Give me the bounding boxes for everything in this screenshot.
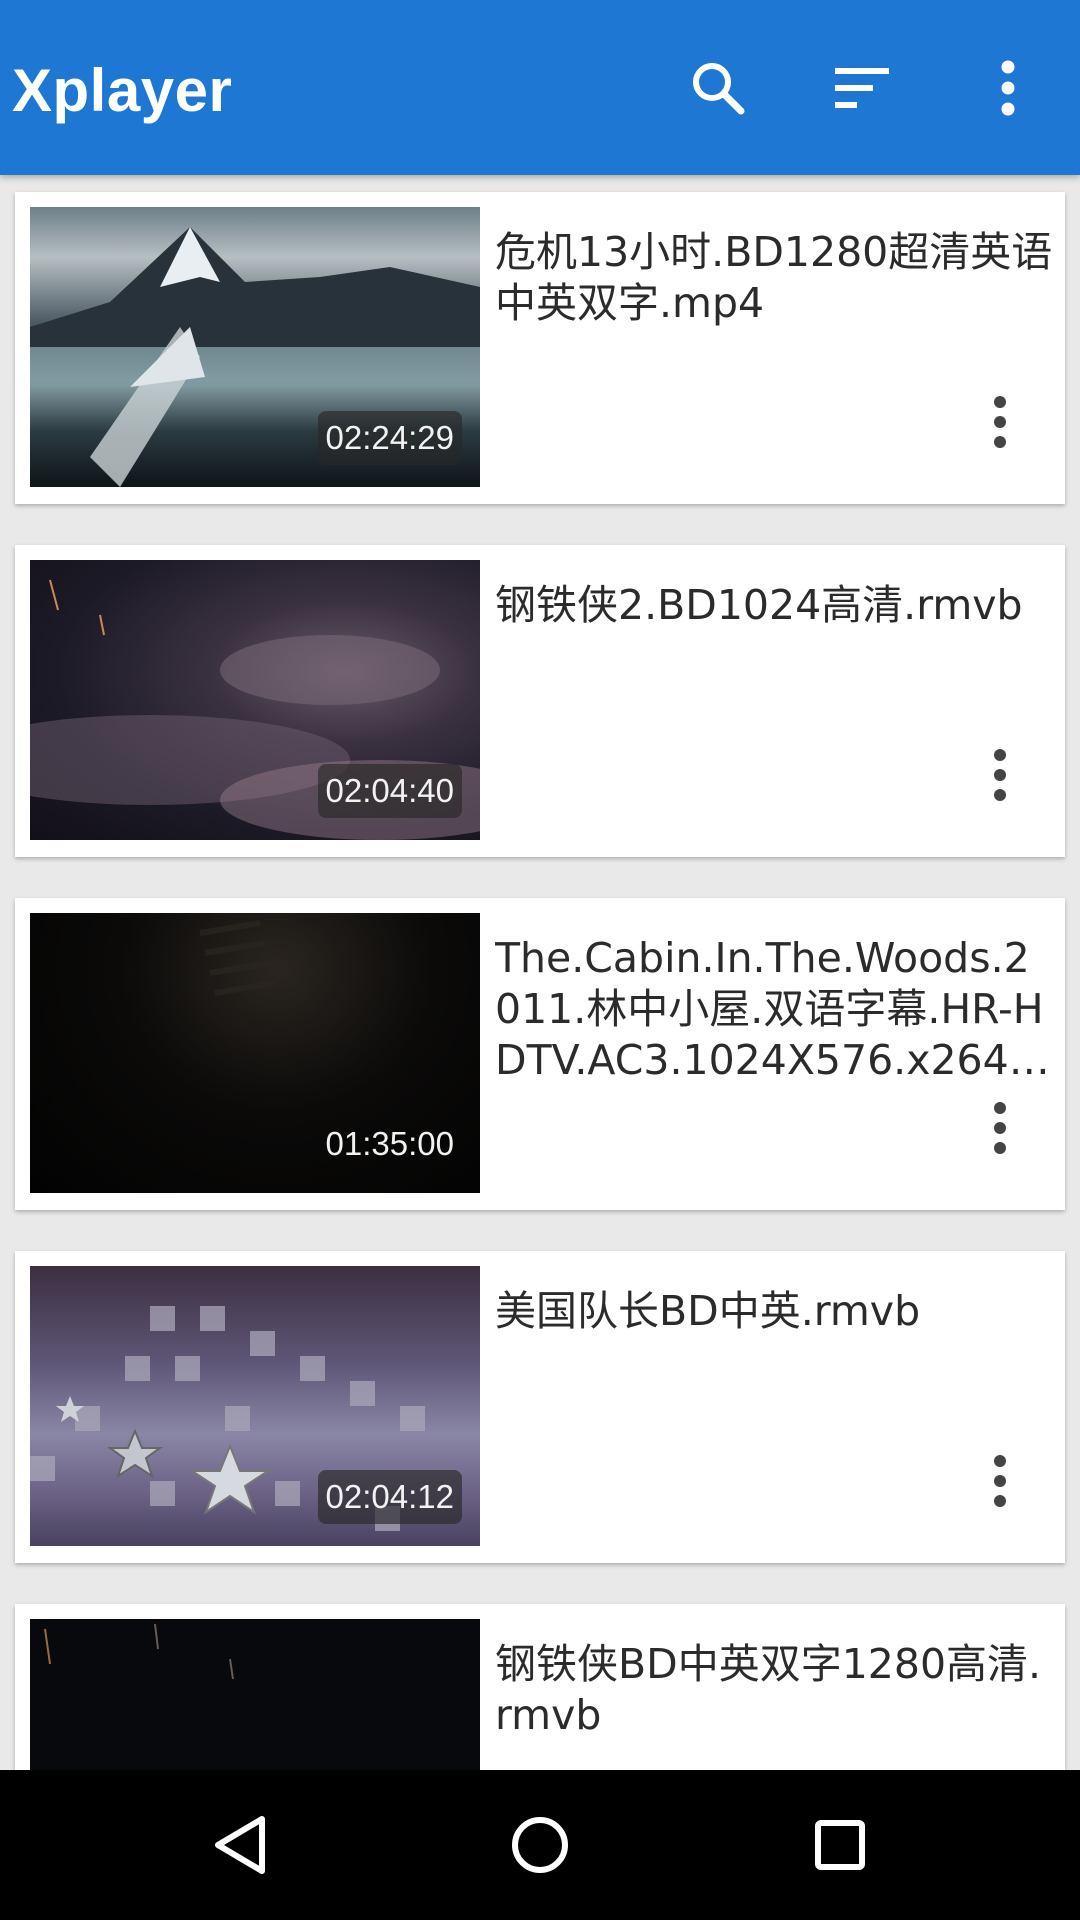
- recents-icon: [815, 1820, 865, 1870]
- video-list-item[interactable]: 02:04:40 钢铁侠2.BD1024高清.rmvb: [15, 545, 1065, 857]
- overflow-menu-button[interactable]: [968, 48, 1048, 128]
- video-title: 美国队长BD中英.rmvb: [495, 1287, 921, 1335]
- video-duration: 02:24:29: [317, 411, 462, 465]
- overflow-menu-icon: [1001, 60, 1015, 116]
- sort-icon: [835, 68, 889, 108]
- video-thumbnail[interactable]: 02:04:12: [30, 1266, 480, 1546]
- video-thumbnail[interactable]: 02:24:29: [30, 207, 480, 487]
- video-title: 钢铁侠2.BD1024高清.rmvb: [495, 581, 1023, 629]
- search-button[interactable]: [678, 48, 758, 128]
- recents-button[interactable]: [790, 1795, 890, 1895]
- video-list-item[interactable]: 钢铁侠BD中英双字1280高清.rmvb: [15, 1604, 1065, 1770]
- back-button[interactable]: [190, 1795, 290, 1895]
- home-icon: [512, 1817, 568, 1873]
- search-icon: [693, 63, 745, 115]
- video-list-item[interactable]: 02:24:29 危机13小时.BD1280超清英语中英双字.mp4: [15, 192, 1065, 504]
- video-list-item[interactable]: 02:04:12 美国队长BD中英.rmvb: [15, 1251, 1065, 1563]
- video-list: 02:24:29 危机13小时.BD1280超清英语中英双字.mp4 02:04…: [0, 175, 1080, 1770]
- video-title: 危机13小时.BD1280超清英语中英双字.mp4: [495, 228, 1053, 327]
- more-vert-icon: [994, 749, 1006, 801]
- item-overflow-menu-button[interactable]: [975, 745, 1025, 805]
- video-duration: 02:04:12: [317, 1470, 462, 1524]
- video-list-item[interactable]: 01:35:00 The.Cabin.In.The.Woods.2011.林中小…: [15, 898, 1065, 1210]
- dark-space-thumbnail-art: [44, 1623, 234, 1680]
- video-title: The.Cabin.In.The.Woods.2011.林中小屋.双语字幕.HR…: [495, 934, 1044, 1084]
- app-title: Xplayer: [12, 57, 233, 124]
- more-vert-icon: [994, 1455, 1006, 1507]
- item-overflow-menu-button[interactable]: [975, 392, 1025, 452]
- home-button[interactable]: [490, 1795, 590, 1895]
- system-navigation-bar: [0, 1770, 1080, 1920]
- app-bar: Xplayer: [0, 0, 1080, 175]
- xplayer-app: Xplayer 02:24:29 危机13小时.BD1280超清英语中英双字.m…: [0, 0, 1080, 1920]
- more-vert-icon: [994, 396, 1006, 448]
- item-overflow-menu-button[interactable]: [975, 1451, 1025, 1511]
- video-duration: 02:04:40: [317, 764, 462, 818]
- sort-button[interactable]: [822, 48, 902, 128]
- video-thumbnail[interactable]: [30, 1619, 480, 1770]
- item-overflow-menu-button[interactable]: [975, 1098, 1025, 1158]
- video-thumbnail[interactable]: 01:35:00: [30, 913, 480, 1193]
- video-title: 钢铁侠BD中英双字1280高清.rmvb: [495, 1640, 1042, 1739]
- more-vert-icon: [994, 1102, 1006, 1154]
- video-duration: 01:35:00: [325, 1125, 454, 1162]
- video-thumbnail[interactable]: 02:04:40: [30, 560, 480, 840]
- back-icon: [215, 1816, 265, 1874]
